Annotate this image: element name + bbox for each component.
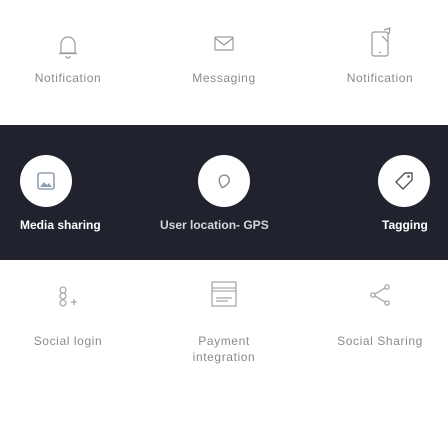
user-location-circle[interactable]: [198, 155, 250, 207]
feature-label: Messaging: [192, 71, 256, 85]
location-pin-icon: [218, 174, 230, 189]
share-icon: [365, 280, 395, 315]
feature-payment-integration[interactable]: Payment integration: [168, 274, 280, 422]
phone-notification-icon: [367, 26, 393, 65]
image-icon: [37, 172, 55, 190]
feature-social-login[interactable]: Social login: [0, 274, 136, 422]
feature-label-line2: integration: [192, 350, 256, 364]
feature-label: Payment: [198, 334, 250, 348]
featured-label-user-location: User location- GPS: [160, 218, 269, 232]
bell-icon: [56, 33, 80, 64]
feature-label: Social login: [33, 334, 103, 348]
featured-band: Media sharing User location- GPS Tagging: [0, 125, 448, 260]
feature-label: Notification: [34, 71, 102, 85]
featured-label-tagging: Tagging: [382, 218, 428, 232]
feature-notification[interactable]: Notification: [0, 0, 136, 108]
tag-icon: [395, 172, 413, 190]
featured-label-media-sharing: Media sharing: [20, 218, 101, 232]
envelope-icon: [212, 31, 236, 60]
feature-label: Social Sharing: [337, 334, 423, 348]
feature-label: Notification: [346, 71, 414, 85]
bottom-feature-row: Social login Payment integration Social …: [0, 274, 448, 422]
media-sharing-circle[interactable]: [20, 155, 72, 207]
payment-card-icon: [206, 278, 242, 315]
top-feature-row: Notification Messaging Notification: [0, 0, 448, 108]
google-plus-icon: [51, 280, 85, 319]
feature-notification-2[interactable]: Notification: [312, 0, 448, 108]
feature-social-sharing[interactable]: Social Sharing: [312, 274, 448, 422]
feature-messaging[interactable]: Messaging: [168, 0, 280, 108]
tagging-circle[interactable]: [378, 155, 430, 207]
